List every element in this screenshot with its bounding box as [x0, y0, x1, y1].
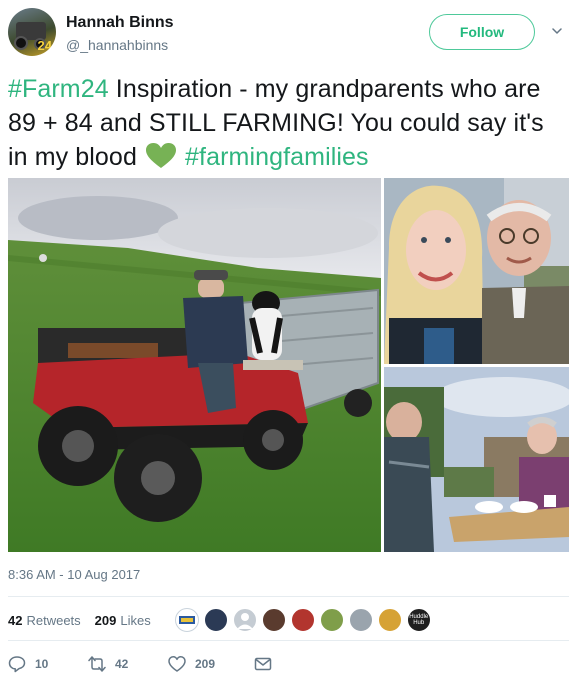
green-heart-icon: [146, 143, 176, 168]
liker-avatar[interactable]: [232, 608, 257, 632]
tweet-header: 24 Hannah Binns @_hannahbinns Follow: [8, 8, 569, 58]
liker-avatar[interactable]: [348, 608, 373, 632]
liker-avatar-label: Huddle Hub: [409, 614, 429, 626]
avatar[interactable]: 24: [8, 8, 56, 56]
liker-avatar[interactable]: [319, 608, 344, 632]
liker-avatar[interactable]: [261, 608, 286, 632]
avatar-wheel-graphic: [14, 36, 28, 50]
tweet-text: #Farm24 Inspiration - my grandparents wh…: [8, 72, 569, 174]
display-name[interactable]: Hannah Binns: [66, 14, 174, 32]
photo-selfie-grandfather[interactable]: [384, 178, 569, 364]
tweet-media-grid: [8, 178, 569, 552]
photo-grandparents-tea[interactable]: [384, 367, 569, 552]
chevron-down-icon[interactable]: [552, 26, 562, 36]
likers-avatars: Huddle Hub: [174, 608, 436, 632]
reply-icon: [8, 656, 26, 673]
heart-icon: [168, 656, 186, 672]
liker-avatar[interactable]: [174, 608, 199, 632]
liker-avatar[interactable]: [290, 608, 315, 632]
reply-button[interactable]: 10: [8, 655, 88, 673]
liker-avatar[interactable]: [377, 608, 402, 632]
direct-message-button[interactable]: [254, 655, 281, 673]
divider: [8, 596, 569, 597]
retweets-stat-label: Retweets: [26, 612, 81, 628]
liker-avatar[interactable]: [203, 608, 228, 632]
retweets-stat-count: 42: [8, 612, 23, 628]
envelope-icon: [254, 657, 272, 671]
retweet-icon: [88, 656, 106, 672]
divider: [8, 640, 569, 641]
retweet-count: 42: [115, 657, 129, 671]
tweet-stats: 42 Retweets 209 Likes Huddle Hub: [8, 606, 569, 634]
likes-stat-label: Likes: [120, 612, 151, 628]
retweets-stat[interactable]: 42 Retweets: [8, 613, 81, 628]
follow-button[interactable]: Follow: [429, 14, 535, 50]
retweet-button[interactable]: 42: [88, 655, 168, 673]
tweet-actions: 10 42 209: [8, 652, 569, 676]
hashtag-farm24[interactable]: #Farm24: [8, 75, 109, 103]
likes-stat[interactable]: 209 Likes: [95, 613, 151, 628]
likes-stat-count: 209: [94, 612, 117, 628]
reply-count: 10: [35, 657, 49, 671]
tweet-timestamp[interactable]: 8:36 AM - 10 Aug 2017: [8, 567, 140, 582]
user-handle[interactable]: @_hannahbinns: [66, 37, 168, 53]
photo-quad-bike-field[interactable]: [8, 178, 381, 552]
liker-avatar[interactable]: Huddle Hub: [406, 608, 431, 632]
avatar-badge: 24: [37, 38, 52, 53]
like-count: 209: [195, 657, 216, 671]
like-button[interactable]: 209: [168, 655, 254, 673]
hashtag-farmingfamilies[interactable]: #farmingfamilies: [185, 143, 369, 171]
